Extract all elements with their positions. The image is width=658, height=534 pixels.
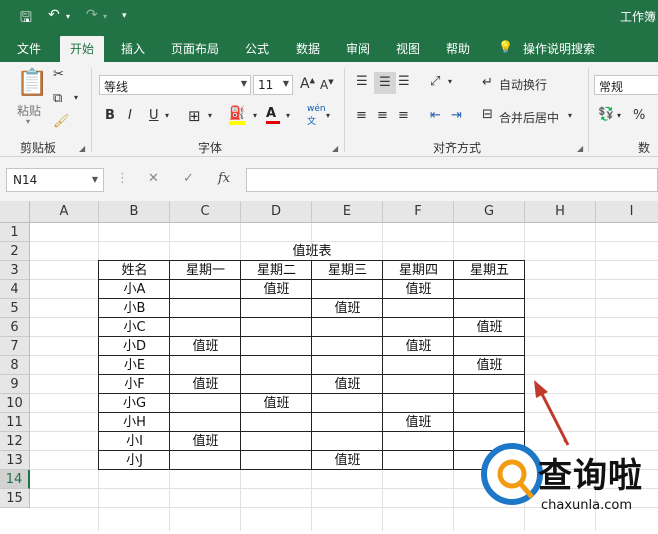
watermark-brand-text: 查询啦 xyxy=(538,456,643,496)
red-arrow-head xyxy=(534,380,548,398)
watermark-url-text: chaxunla.com xyxy=(541,498,632,513)
red-arrow-shaft xyxy=(539,391,570,446)
